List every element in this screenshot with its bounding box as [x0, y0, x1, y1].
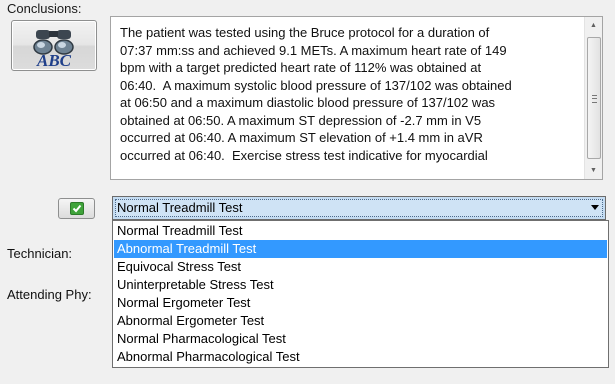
dropdown-option[interactable]: Abnormal Pharmacological Test: [114, 348, 607, 366]
chevron-down-icon[interactable]: [591, 205, 599, 210]
scroll-up-arrow-icon[interactable]: ▲: [585, 17, 602, 34]
abc-text: ABC: [36, 51, 72, 70]
conclusions-label: Conclusions:: [7, 1, 82, 16]
scrollbar-grip: [592, 95, 597, 103]
dropdown-option[interactable]: Equivocal Stress Test: [114, 258, 607, 276]
dropdown-option[interactable]: Normal Ergometer Test: [114, 294, 607, 312]
green-check-icon: [70, 202, 84, 215]
test-type-combobox[interactable]: Normal Treadmill Test: [112, 196, 606, 220]
technician-label: Technician:: [7, 246, 73, 261]
scrollbar-thumb[interactable]: [587, 37, 601, 159]
conclusions-textarea[interactable]: The patient was tested using the Bruce p…: [110, 16, 603, 180]
binoculars-abc-icon: ABC: [33, 30, 74, 70]
dropdown-option[interactable]: Abnormal Ergometer Test: [114, 312, 607, 330]
combo-selected-value: Normal Treadmill Test: [117, 200, 243, 215]
dropdown-option-highlighted[interactable]: Abnormal Treadmill Test: [114, 240, 607, 258]
dropdown-option[interactable]: Uninterpretable Stress Test: [114, 276, 607, 294]
conclusions-scrollbar[interactable]: ▲ ▼: [584, 17, 602, 179]
attending-physician-label: Attending Phy:: [7, 287, 92, 302]
conclusions-text[interactable]: The patient was tested using the Bruce p…: [120, 24, 584, 180]
scroll-down-arrow-icon[interactable]: ▼: [585, 162, 602, 179]
accept-conclusion-button[interactable]: [58, 198, 95, 219]
test-type-dropdown-list[interactable]: Normal Treadmill Test Abnormal Treadmill…: [112, 220, 609, 368]
spell-check-abc-button[interactable]: ABC: [11, 20, 97, 71]
dropdown-option[interactable]: Normal Treadmill Test: [114, 222, 607, 240]
dropdown-option[interactable]: Normal Pharmacological Test: [114, 330, 607, 348]
